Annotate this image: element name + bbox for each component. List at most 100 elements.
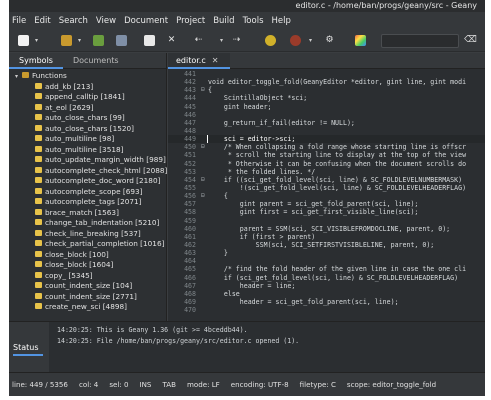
tree-item[interactable]: check_partial_completion [1016] (9, 239, 166, 250)
menu-file[interactable]: File (12, 16, 26, 26)
menu-document[interactable]: Document (124, 16, 168, 26)
tree-item[interactable]: count_indent_size [104] (9, 281, 166, 292)
tree-item[interactable]: auto_update_margin_width [989] (9, 155, 166, 166)
code-view[interactable]: 441 442 void editor_toggle_fold(GeanyEdito… (168, 70, 485, 321)
tree-item[interactable]: auto_multiline [3518] (9, 145, 166, 156)
tree-item-label: autocomplete_scope [693] (45, 186, 143, 196)
fold-marker-icon[interactable]: ⊟ (201, 143, 207, 151)
tree-item[interactable]: auto_multiline [98] (9, 134, 166, 145)
code-text: if (sci_get_fold_level(sci, line) & SC_F… (208, 273, 459, 282)
build-dropdown-icon[interactable]: ▾ (305, 35, 316, 46)
menu-view[interactable]: View (96, 16, 116, 26)
line-number: 449 (184, 135, 196, 144)
line-number: 459 (184, 216, 196, 225)
line-number: 442 (184, 78, 196, 87)
code-line: 455 !(sci_get_fold_level(sci, line) & SC… (168, 184, 485, 192)
new-dropdown-icon[interactable]: ▾ (31, 35, 42, 46)
tree-item[interactable]: add_kb [213] (9, 82, 166, 93)
status-tab: TAB (162, 380, 176, 389)
tab-editor-c[interactable]: editor.c ✕ (168, 53, 230, 69)
code-line: 457 gint parent = sci_get_fold_parent(sc… (168, 200, 485, 208)
line-number: 462 (184, 240, 196, 249)
compile-icon[interactable] (265, 35, 276, 46)
code-line: 468 else (168, 290, 485, 298)
run-icon[interactable]: ⚙ (324, 35, 335, 46)
menu-build[interactable]: Build (213, 16, 234, 26)
code-text: { (208, 192, 228, 201)
tree-item-label: count_indent_size [2771] (45, 291, 137, 301)
tree-root-functions[interactable]: ▾ Functions (9, 71, 166, 82)
menu-edit[interactable]: Edit (34, 16, 50, 26)
tree-item[interactable]: autocomplete_tags [2071] (9, 197, 166, 208)
open-dropdown-icon[interactable]: ▾ (74, 35, 85, 46)
menu-tools[interactable]: Tools (243, 16, 264, 26)
toolbar: ▾ ▾ ✕ ⇠ ▾ ⇢ ▾ ⚙ ⌫ (9, 30, 485, 52)
active-tab-underline (13, 354, 43, 356)
close-icon[interactable]: ✕ (166, 35, 177, 46)
code-line: 442 void editor_toggle_fold(GeanyEditor *… (168, 78, 485, 86)
search-clear-icon[interactable]: ⌫ (464, 34, 477, 47)
tree-item[interactable]: close_block [1604] (9, 260, 166, 271)
tree-item[interactable]: change_tab_indentation [5210] (9, 218, 166, 229)
code-line: 444 ScintillaObject *sci; (168, 94, 485, 102)
line-number: 441 (184, 70, 196, 78)
code-text: * scroll the starting line to display at… (208, 151, 467, 160)
menu-search[interactable]: Search (59, 16, 88, 26)
back-dropdown-icon[interactable]: ▾ (216, 35, 227, 46)
symbol-tree: ▾ Functions add_kb [213] append_calltip [1… (9, 69, 167, 313)
tree-item-label: autocomplete_tags [2071] (45, 197, 142, 206)
color-icon[interactable] (355, 35, 366, 46)
tab-symbols[interactable]: Symbols (9, 53, 63, 69)
close-tab-icon[interactable]: ✕ (212, 56, 219, 65)
code-line: 449 sci = editor->sci; (168, 135, 485, 144)
function-icon (35, 166, 42, 173)
tree-item[interactable]: at_eol [2629] (9, 103, 166, 114)
line-number: 452 (184, 159, 196, 168)
tree-item-label: copy_ [5345] (45, 270, 93, 280)
tree-item[interactable]: brace_match [1563] (9, 208, 166, 219)
revert-icon[interactable] (144, 35, 155, 46)
forward-icon[interactable]: ⇢ (231, 35, 242, 46)
code-text: gint header; (208, 102, 272, 111)
fold-marker-icon[interactable]: ⊟ (201, 192, 207, 200)
save-icon[interactable] (93, 35, 104, 46)
tree-item[interactable]: autocomplete_doc_word [2180] (9, 176, 166, 187)
tree-item[interactable]: auto_close_chars [1520] (9, 124, 166, 135)
tree-item[interactable]: copy_ [5345] (9, 271, 166, 282)
tree-item[interactable]: autocomplete_check_html [2088] (9, 166, 167, 177)
menu-help[interactable]: Help (272, 16, 291, 26)
tab-status[interactable]: Status (13, 343, 39, 352)
tree-item[interactable]: check_line_breaking [537] (9, 229, 166, 240)
code-text: * the folded lines. */ (208, 167, 316, 176)
editor-pane: editor.c ✕ 441 442 void editor_toggle_fold(… (168, 53, 485, 321)
fold-marker-icon[interactable]: ⊟ (201, 176, 207, 184)
function-icon (35, 261, 42, 267)
line-number: 445 (184, 102, 196, 111)
editor-tabs: editor.c ✕ (168, 53, 485, 69)
fold-marker-icon[interactable]: ⊟ (201, 86, 207, 94)
tab-documents[interactable]: Documents (63, 53, 129, 69)
search-field[interactable] (381, 34, 459, 48)
open-icon[interactable] (61, 35, 72, 46)
code-text: gint first = sci_get_first_visible_line(… (208, 208, 419, 217)
status-col: col: 4 (78, 380, 99, 389)
tree-item[interactable]: autocomplete_scope [693] (9, 187, 166, 198)
function-icon (35, 114, 42, 120)
save-all-icon[interactable] (116, 35, 127, 46)
menu-project[interactable]: Project (176, 16, 205, 26)
back-icon[interactable]: ⇠ (193, 35, 204, 46)
build-icon[interactable] (290, 35, 301, 46)
tree-item-label: auto_update_margin_width [989] (45, 155, 166, 164)
line-number: 470 (184, 306, 196, 315)
line-number: 448 (184, 126, 196, 135)
line-number: 444 (184, 94, 196, 103)
tree-item[interactable]: append_calltip [1841] (9, 92, 166, 103)
tree-item[interactable]: close_block [100] (9, 250, 166, 261)
code-text: ScintillaObject *sci; (208, 94, 308, 103)
tree-item[interactable]: count_indent_size [2771] (9, 292, 166, 303)
new-file-icon[interactable] (18, 35, 29, 46)
line-number: 447 (184, 118, 196, 127)
tree-item[interactable]: create_new_sci [4898] (9, 302, 166, 313)
tree-item[interactable]: auto_close_chars [99] (9, 113, 166, 124)
code-text: header = sci_get_fold_parent(sci, line); (208, 297, 399, 306)
